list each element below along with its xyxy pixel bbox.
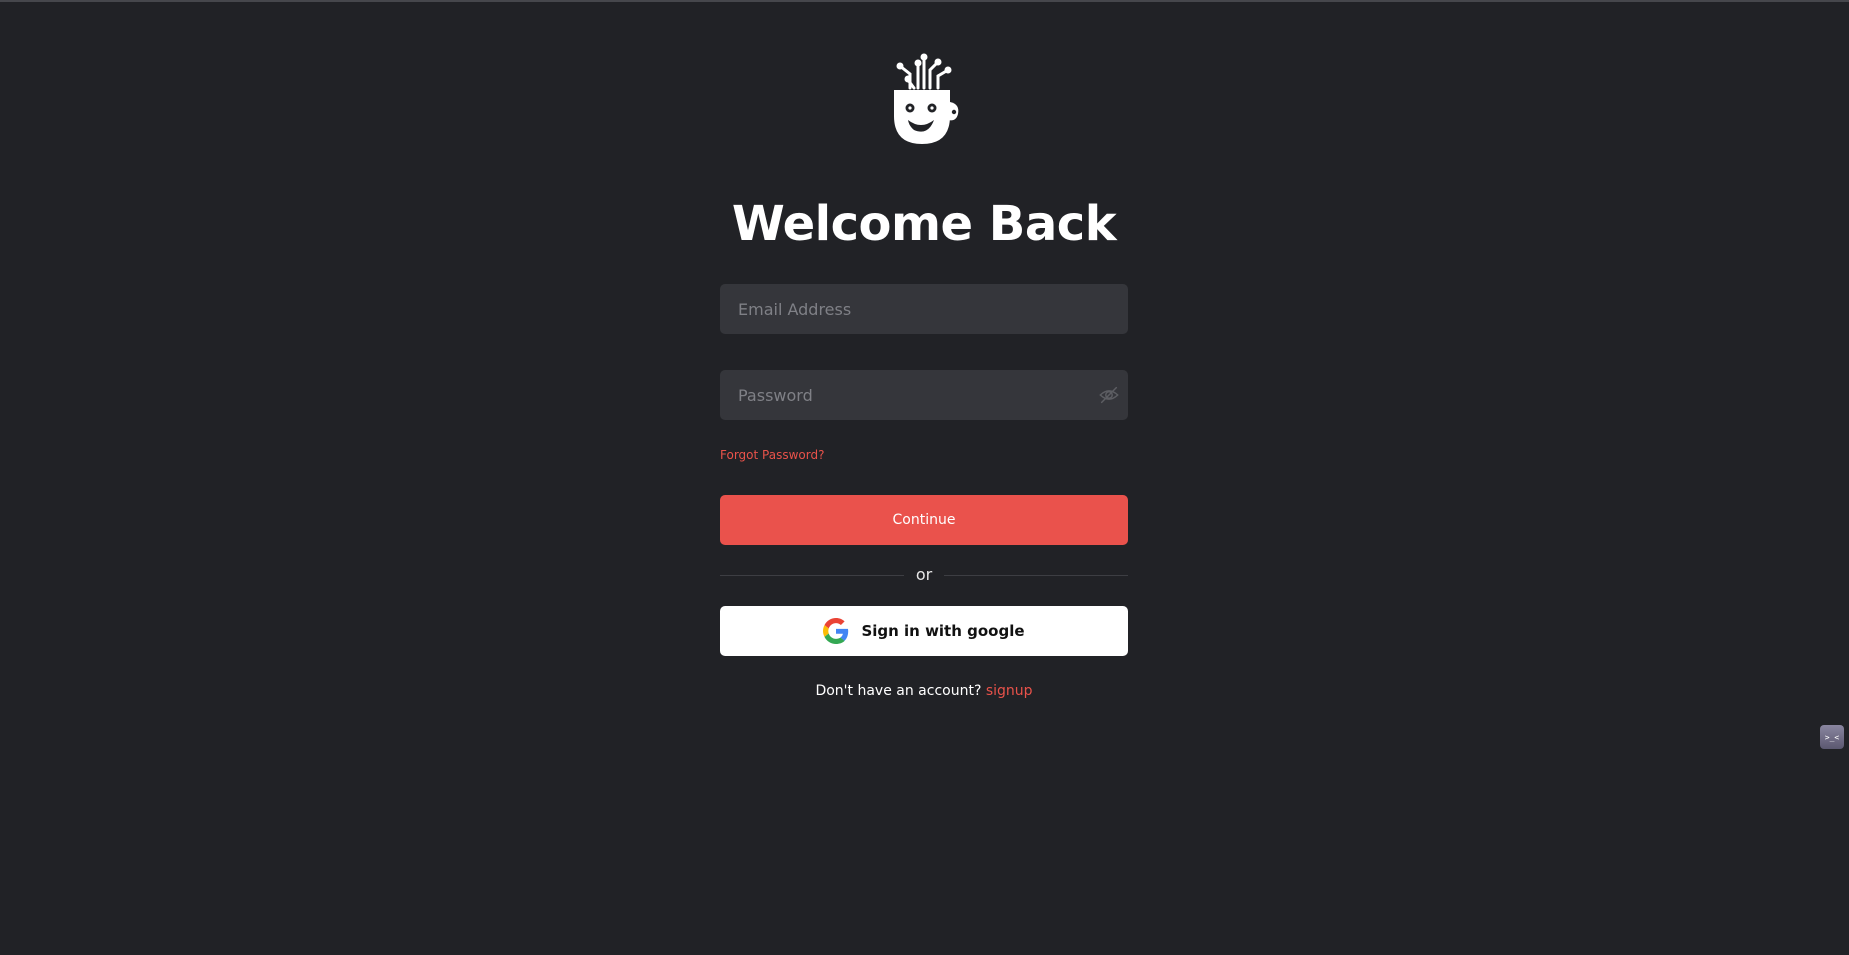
- password-field-container: [720, 370, 1128, 420]
- forgot-password-link[interactable]: Forgot Password?: [720, 447, 824, 463]
- email-input[interactable]: [720, 284, 1128, 334]
- or-divider: or: [720, 565, 1128, 585]
- assistant-widget-icon: >_<: [1824, 732, 1840, 742]
- assistant-widget-button[interactable]: >_<: [1820, 725, 1844, 749]
- signup-row: Don't have an account? signup: [720, 681, 1128, 701]
- signup-prompt: Don't have an account?: [815, 683, 982, 699]
- signup-link[interactable]: signup: [986, 683, 1033, 699]
- continue-button[interactable]: Continue: [720, 495, 1128, 545]
- brain-head-logo-icon: [894, 53, 959, 144]
- google-icon: [823, 618, 849, 644]
- divider-line-left: [720, 575, 904, 576]
- google-signin-button[interactable]: Sign in with google: [720, 606, 1128, 656]
- password-input[interactable]: [720, 370, 1128, 420]
- eye-slash-icon[interactable]: [1098, 384, 1120, 406]
- page-title: Welcome Back: [731, 196, 1117, 252]
- google-signin-label: Sign in with google: [861, 622, 1025, 640]
- window-top-border: [0, 0, 1849, 2]
- email-field-container: [720, 284, 1128, 334]
- divider-label: or: [915, 565, 933, 584]
- divider-line-right: [944, 575, 1128, 576]
